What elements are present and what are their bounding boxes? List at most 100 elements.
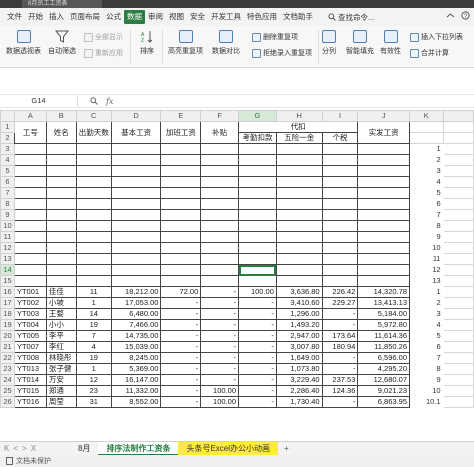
k-index-cell[interactable]: 6 bbox=[410, 199, 444, 210]
cell-overtime[interactable]: - bbox=[160, 297, 202, 309]
table-cell[interactable] bbox=[75, 176, 112, 188]
cell-attendance-deduction[interactable]: - bbox=[238, 352, 277, 364]
table-cell[interactable] bbox=[357, 176, 410, 188]
cell-attendance-deduction[interactable]: - bbox=[238, 385, 277, 397]
table-cell[interactable] bbox=[357, 231, 410, 243]
add-sheet-button[interactable]: + bbox=[278, 444, 295, 453]
header-overtime[interactable]: 加班工资 bbox=[160, 121, 202, 144]
cell-tax[interactable]: 124.36 bbox=[321, 385, 359, 397]
cell-base-salary[interactable]: 6,480.00 bbox=[110, 308, 162, 320]
table-cell[interactable] bbox=[321, 275, 359, 287]
row-header[interactable]: 26 bbox=[0, 396, 15, 408]
menu-view[interactable]: 视图 bbox=[166, 10, 187, 24]
cell-net-pay[interactable]: 13,413.13 bbox=[357, 297, 410, 309]
cell-name[interactable]: 李红 bbox=[45, 341, 77, 353]
row-header[interactable]: 2 bbox=[0, 132, 15, 144]
cell-base-salary[interactable]: 8,245.00 bbox=[110, 352, 162, 364]
row-header[interactable]: 16 bbox=[0, 286, 15, 298]
k-index-cell[interactable]: 8 bbox=[410, 221, 444, 232]
table-cell[interactable] bbox=[160, 165, 202, 177]
data-compare-button[interactable]: 数据对比 bbox=[212, 30, 240, 56]
column-header[interactable]: F bbox=[200, 110, 239, 122]
table-cell[interactable] bbox=[200, 209, 239, 221]
cell-days[interactable]: 19 bbox=[75, 352, 112, 364]
cell-name[interactable]: 张子健 bbox=[45, 363, 77, 375]
minimize-ribbon-icon[interactable] bbox=[446, 11, 455, 20]
column-header[interactable]: J bbox=[357, 110, 410, 122]
table-cell[interactable] bbox=[110, 143, 162, 155]
sheet-tab-august[interactable]: 8月 bbox=[70, 442, 98, 456]
table-cell[interactable] bbox=[160, 275, 202, 287]
row-header[interactable]: 7 bbox=[0, 187, 15, 199]
k-index-cell[interactable]: 9 bbox=[410, 375, 444, 386]
table-cell[interactable] bbox=[275, 154, 323, 166]
active-cell[interactable] bbox=[238, 264, 277, 276]
table-cell[interactable] bbox=[13, 264, 47, 276]
table-cell[interactable] bbox=[110, 176, 162, 188]
table-cell[interactable] bbox=[75, 264, 112, 276]
menu-data[interactable]: 数据 bbox=[124, 10, 145, 24]
table-cell[interactable] bbox=[275, 231, 323, 243]
row-header[interactable]: 14 bbox=[0, 264, 15, 276]
cell-id[interactable]: YT003 bbox=[13, 308, 47, 320]
cell-days[interactable]: 12 bbox=[75, 374, 112, 386]
cell-insurance[interactable]: 3,636.80 bbox=[275, 286, 323, 298]
menu-security[interactable]: 安全 bbox=[187, 10, 208, 24]
cell-net-pay[interactable]: 5,184.00 bbox=[357, 308, 410, 320]
cell-id[interactable]: YT016 bbox=[13, 396, 47, 408]
cell-days[interactable]: 4 bbox=[75, 341, 112, 353]
cell-overtime[interactable]: - bbox=[160, 385, 202, 397]
header-id[interactable]: 工号 bbox=[13, 121, 47, 144]
k-index-cell[interactable]: 5 bbox=[410, 188, 444, 199]
table-cell[interactable] bbox=[238, 209, 277, 221]
table-cell[interactable] bbox=[275, 242, 323, 254]
table-cell[interactable] bbox=[160, 198, 202, 210]
header-deduction-group[interactable]: 代扣 bbox=[237, 121, 359, 133]
cell-name[interactable]: 周莹 bbox=[45, 396, 77, 408]
table-cell[interactable] bbox=[45, 209, 77, 221]
table-cell[interactable] bbox=[357, 242, 410, 254]
cell-subsidy[interactable]: - bbox=[200, 308, 239, 320]
cell-subsidy[interactable]: - bbox=[200, 363, 239, 375]
table-cell[interactable] bbox=[357, 220, 410, 232]
cell-days[interactable]: 31 bbox=[75, 396, 112, 408]
table-cell[interactable] bbox=[75, 231, 112, 243]
table-cell[interactable] bbox=[110, 165, 162, 177]
table-cell[interactable] bbox=[13, 220, 47, 232]
table-cell[interactable] bbox=[13, 187, 47, 199]
help-icon[interactable]: ? bbox=[461, 11, 470, 20]
table-cell[interactable] bbox=[238, 165, 277, 177]
table-cell[interactable] bbox=[45, 253, 77, 265]
table-cell[interactable] bbox=[200, 198, 239, 210]
table-cell[interactable] bbox=[160, 187, 202, 199]
cell-net-pay[interactable]: 12,680.07 bbox=[357, 374, 410, 386]
table-cell[interactable] bbox=[200, 231, 239, 243]
cell-name[interactable]: 小小 bbox=[45, 319, 77, 331]
table-cell[interactable] bbox=[160, 231, 202, 243]
cell-id[interactable]: YT004 bbox=[13, 319, 47, 331]
cell-tax[interactable]: - bbox=[321, 396, 359, 408]
row-header[interactable]: 3 bbox=[0, 143, 15, 155]
cell-insurance[interactable]: 1,649.00 bbox=[275, 352, 323, 364]
cell-subsidy[interactable]: - bbox=[200, 330, 239, 342]
fx-icon[interactable]: fx bbox=[106, 97, 113, 106]
cell-tax[interactable]: 226.42 bbox=[321, 286, 359, 298]
cell-insurance[interactable]: 1,073.80 bbox=[275, 363, 323, 375]
row-header[interactable]: 20 bbox=[0, 330, 15, 342]
table-cell[interactable] bbox=[45, 275, 77, 287]
cell-base-salary[interactable]: 16,147.00 bbox=[110, 374, 162, 386]
table-cell[interactable] bbox=[357, 154, 410, 166]
cell-subsidy[interactable]: - bbox=[200, 341, 239, 353]
table-cell[interactable] bbox=[75, 143, 112, 155]
table-cell[interactable] bbox=[13, 143, 47, 155]
cell-base-salary[interactable]: 14,735.00 bbox=[110, 330, 162, 342]
table-cell[interactable] bbox=[160, 143, 202, 155]
sort-button[interactable]: AZ 排序 bbox=[140, 30, 154, 56]
table-cell[interactable] bbox=[321, 143, 359, 155]
table-cell[interactable] bbox=[321, 154, 359, 166]
column-header[interactable]: D bbox=[110, 110, 162, 122]
split-columns-button[interactable]: 分列 bbox=[322, 30, 336, 56]
cell-overtime[interactable]: - bbox=[160, 374, 202, 386]
cell-days[interactable]: 23 bbox=[75, 385, 112, 397]
table-cell[interactable] bbox=[238, 231, 277, 243]
